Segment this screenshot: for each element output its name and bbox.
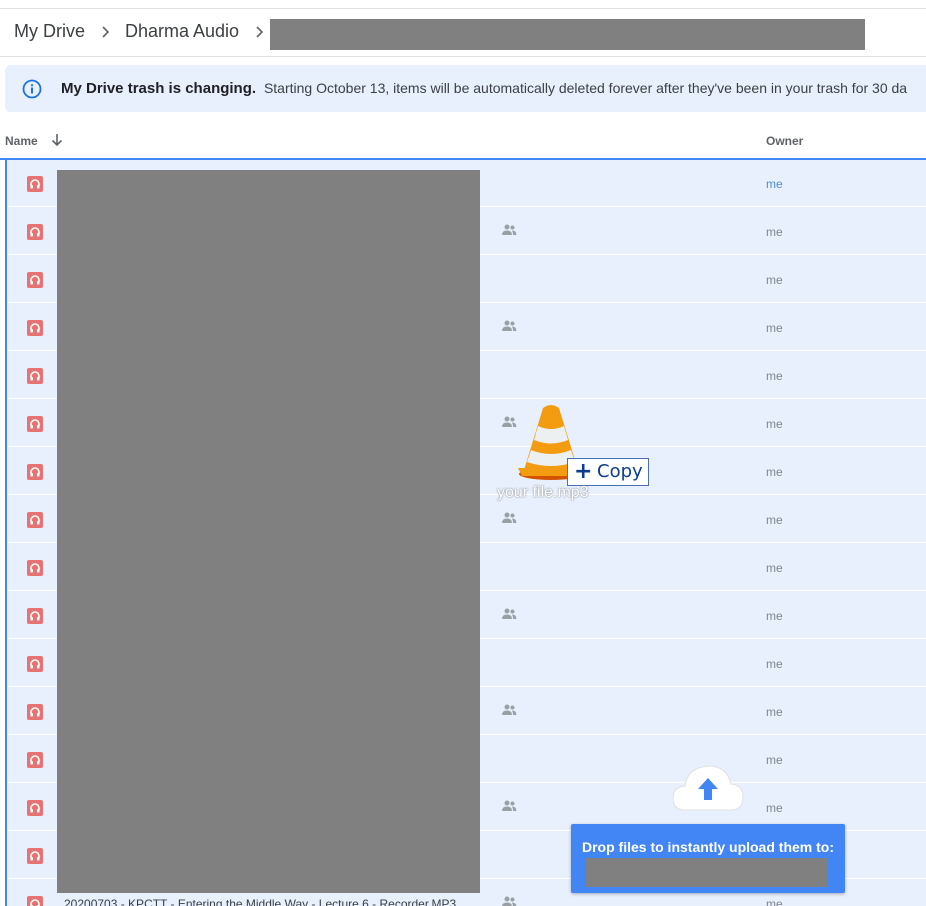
trash-notice-banner: My Drive trash is changing. Starting Oct… (5, 65, 926, 112)
copy-label: Copy (597, 461, 643, 482)
audio-file-icon (27, 608, 43, 624)
audio-file-icon (27, 800, 43, 816)
redacted-destination (586, 858, 828, 887)
chevron-right-icon (256, 26, 264, 38)
file-owner: me (766, 369, 783, 383)
drag-copy-indicator: + Copy (567, 458, 649, 486)
file-owner: me (766, 705, 783, 719)
file-owner: me (766, 513, 783, 527)
banner-message: Starting October 13, items will be autom… (263, 80, 908, 96)
audio-file-icon (27, 656, 43, 672)
column-name-header[interactable]: Name (5, 134, 38, 148)
shared-people-icon (502, 800, 517, 811)
file-owner: me (766, 753, 783, 767)
audio-file-icon (27, 512, 43, 528)
plus-icon: + (574, 459, 593, 484)
file-owner: me (766, 657, 783, 671)
column-owner-header[interactable]: Owner (766, 134, 803, 148)
file-name[interactable]: 20200703 - KPCTT - Entering the Middle W… (64, 897, 456, 906)
drop-upload-panel[interactable]: Drop files to instantly upload them to: (571, 824, 845, 893)
shared-people-icon (502, 320, 517, 331)
breadcrumb-my-drive[interactable]: My Drive (14, 21, 85, 42)
audio-file-icon (27, 464, 43, 480)
file-owner: me (766, 321, 783, 335)
redacted-file-names (57, 170, 480, 893)
banner-title: My Drive trash is changing. (61, 80, 257, 97)
audio-file-icon (27, 272, 43, 288)
audio-file-icon (27, 368, 43, 384)
shared-people-icon (502, 224, 517, 235)
audio-file-icon (27, 896, 43, 906)
file-owner: me (766, 177, 783, 191)
drop-upload-text: Drop files to instantly upload them to: (582, 839, 834, 855)
file-owner: me (766, 561, 783, 575)
shared-people-icon (502, 608, 517, 619)
audio-file-icon (27, 560, 43, 576)
audio-file-icon (27, 752, 43, 768)
breadcrumb: My Drive Dharma Audio (0, 9, 926, 57)
file-owner: me (766, 801, 783, 815)
file-list-header: Name Owner (0, 120, 926, 160)
audio-file-icon (27, 176, 43, 192)
file-owner: me (766, 225, 783, 239)
audio-file-icon (27, 320, 43, 336)
redacted-folder-name (270, 19, 865, 50)
breadcrumb-dharma-audio[interactable]: Dharma Audio (125, 21, 239, 42)
file-owner: me (766, 273, 783, 287)
shared-people-icon (502, 704, 517, 715)
dragged-file-label: your file.mp3 (497, 484, 589, 501)
audio-file-icon (27, 848, 43, 864)
file-owner: me (766, 609, 783, 623)
file-owner: me (766, 417, 783, 431)
file-owner: me (766, 465, 783, 479)
shared-people-icon (502, 896, 517, 906)
audio-file-icon (27, 704, 43, 720)
sort-arrow-down-icon[interactable] (50, 133, 64, 147)
audio-file-icon (27, 224, 43, 240)
audio-file-icon (27, 416, 43, 432)
cloud-upload-icon (672, 765, 744, 811)
file-owner: me (766, 897, 783, 906)
shared-people-icon (502, 512, 517, 523)
banner-text: My Drive trash is changing. Starting Oct… (61, 80, 907, 97)
info-icon (22, 79, 42, 99)
chevron-right-icon (102, 26, 110, 38)
